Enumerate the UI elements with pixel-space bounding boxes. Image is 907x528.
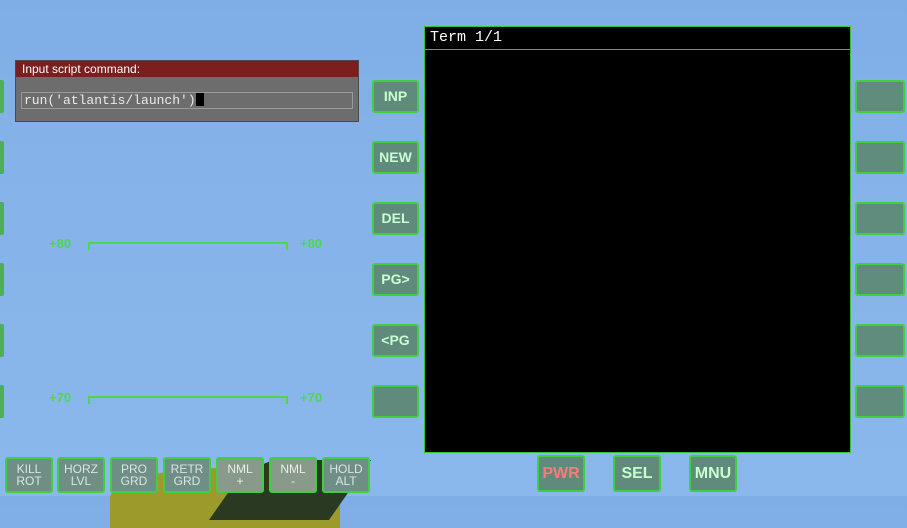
pitch-label-lower-right: +70 — [300, 390, 323, 405]
del-button[interactable]: DEL — [372, 202, 419, 235]
right-button-6[interactable] — [855, 385, 905, 418]
left-edge-button-6[interactable] — [0, 385, 4, 418]
left-edge-button-3[interactable] — [0, 202, 4, 235]
right-button-5[interactable] — [855, 324, 905, 357]
pitch-ladder-lower — [88, 396, 288, 398]
menu-button[interactable]: MNU — [689, 455, 737, 492]
script-command-input[interactable]: run('atlantis/launch') — [21, 92, 353, 109]
text-cursor — [195, 93, 204, 106]
horz-lvl-button[interactable]: HORZ LVL — [57, 457, 105, 493]
normal-plus-button[interactable]: NML + — [216, 457, 264, 493]
pitch-tick — [286, 242, 288, 250]
right-button-3[interactable] — [855, 202, 905, 235]
retrograde-button[interactable]: RETR GRD — [163, 457, 211, 493]
left-edge-button-1[interactable] — [0, 80, 4, 113]
normal-minus-button[interactable]: NML - — [269, 457, 317, 493]
pitch-ladder-upper — [88, 242, 288, 244]
pitch-label-upper-left: +80 — [49, 236, 72, 251]
right-button-1[interactable] — [855, 80, 905, 113]
power-button[interactable]: PWR — [537, 455, 585, 492]
blank-left-button[interactable] — [372, 385, 419, 418]
right-button-2[interactable] — [855, 141, 905, 174]
right-button-4[interactable] — [855, 263, 905, 296]
page-next-button[interactable]: PG> — [372, 263, 419, 296]
left-edge-button-5[interactable] — [0, 324, 4, 357]
page-prev-button[interactable]: <PG — [372, 324, 419, 357]
terminal-display: Term 1/1 — [424, 26, 851, 453]
prograde-button[interactable]: PRO GRD — [110, 457, 158, 493]
new-button[interactable]: NEW — [372, 141, 419, 174]
select-button[interactable]: SEL — [613, 455, 661, 492]
hold-alt-button[interactable]: HOLD ALT — [322, 457, 370, 493]
kill-rot-button[interactable]: KILL ROT — [5, 457, 53, 493]
pitch-tick — [286, 396, 288, 404]
pitch-label-upper-right: +80 — [300, 236, 323, 251]
inp-button[interactable]: INP — [372, 80, 419, 113]
script-command-dialog: Input script command: run('atlantis/laun… — [15, 60, 359, 122]
dialog-title: Input script command: — [16, 61, 358, 77]
left-edge-button-4[interactable] — [0, 263, 4, 296]
script-command-text: run('atlantis/launch') — [24, 93, 196, 108]
pitch-tick — [88, 242, 90, 250]
terminal-title: Term 1/1 — [425, 27, 850, 50]
pitch-tick — [88, 396, 90, 404]
pitch-label-lower-left: +70 — [49, 390, 72, 405]
left-edge-button-2[interactable] — [0, 141, 4, 174]
